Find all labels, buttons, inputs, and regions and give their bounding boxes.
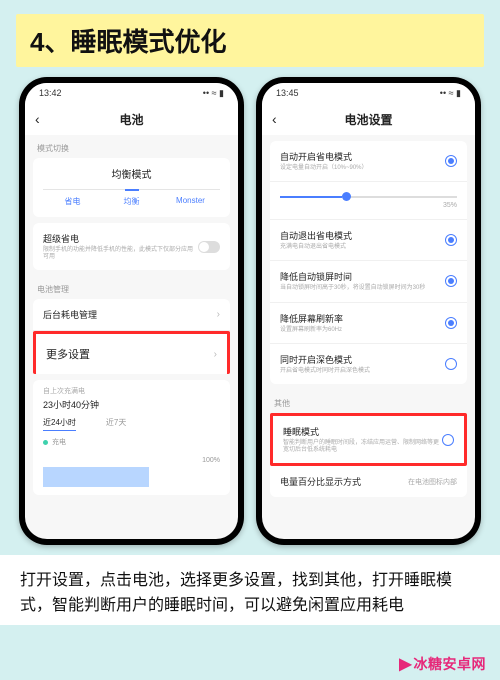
lock-time-toggle[interactable] xyxy=(445,275,457,287)
screen-right: 13:45 •• ≈ ▮ ‹ 电池设置 自动开启省电模式 设定电量自动开启（10… xyxy=(262,83,475,539)
auto-on-item[interactable]: 自动开启省电模式 设定电量自动开启（10%~90%） xyxy=(270,141,467,182)
chart-tab-7d[interactable]: 近7天 xyxy=(106,417,126,431)
status-time: 13:45 xyxy=(276,88,299,98)
chart-duration: 23小时40分钟 xyxy=(43,398,220,411)
back-button[interactable]: ‹ xyxy=(272,111,277,127)
mode-tab-monster[interactable]: Monster xyxy=(161,196,220,207)
threshold-slider-row: 35% xyxy=(270,182,467,220)
mode-tab-save[interactable]: 省电 xyxy=(43,196,102,207)
super-save-item[interactable]: 超级省电 限制手机的功能并降低手机的性能，此模式下仅部分应用可用 xyxy=(33,223,230,270)
refresh-rate-label: 降低屏幕刷新率 xyxy=(280,312,445,325)
status-bar: 13:42 •• ≈ ▮ xyxy=(25,83,238,103)
dark-mode-item[interactable]: 同时开启深色模式 开启省电模式时同时开启深色模式 xyxy=(270,344,467,384)
auto-on-toggle[interactable] xyxy=(445,155,457,167)
section-mode-label: 模式切换 xyxy=(25,135,238,158)
footer-brand: 冰糖安卓网 xyxy=(414,654,487,674)
bg-manage-item[interactable]: 后台耗电管理 › xyxy=(33,299,230,331)
chart-box: 100% xyxy=(43,447,220,487)
chevron-right-icon: › xyxy=(214,349,217,360)
more-settings-label: 更多设置 xyxy=(46,346,214,362)
bg-manage-label: 后台耗电管理 xyxy=(43,308,217,321)
threshold-slider[interactable] xyxy=(280,196,457,198)
sleep-mode-label: 睡眠模式 xyxy=(283,425,442,438)
phones-row: 13:42 •• ≈ ▮ ‹ 电池 模式切换 均衡模式 省电 均衡 Monste… xyxy=(0,77,500,545)
status-bar: 13:45 •• ≈ ▮ xyxy=(262,83,475,103)
usage-chart-card: 自上次充满电 23小时40分钟 近24小时 近7天 充电 100% xyxy=(33,380,230,495)
super-save-sub: 限制手机的功能并降低手机的性能，此模式下仅部分应用可用 xyxy=(43,247,198,261)
nav-bar: ‹ 电池 xyxy=(25,103,238,135)
sleep-mode-toggle[interactable] xyxy=(442,434,454,446)
caption-text: 打开设置，点击电池，选择更多设置，找到其他，打开睡眠模式，智能判断用户的睡眠时间… xyxy=(0,555,500,625)
manage-card: 后台耗电管理 › 更多设置 › xyxy=(33,299,230,374)
mode-title: 均衡模式 xyxy=(43,166,220,181)
settings-card-1: 自动开启省电模式 设定电量自动开启（10%~90%） 35% xyxy=(270,141,467,384)
chevron-right-icon: › xyxy=(217,309,220,320)
lock-time-sub: 当自动锁屏时间高于30秒，将设置自动锁屏时间为30秒 xyxy=(280,285,445,292)
footer-logo: ▶ 冰糖安卓网 xyxy=(399,654,486,674)
banner-title: 4、睡眠模式优化 xyxy=(16,14,484,67)
sleep-mode-item[interactable]: 睡眠模式 智能判断用户的睡眠时间段，冻结应用运营、限制网络等更宽切后台低系统耗电 xyxy=(270,413,467,466)
pct-display-value: 在电池图标内部 xyxy=(408,477,457,487)
super-save-label: 超级省电 xyxy=(43,232,198,245)
slider-value: 35% xyxy=(280,202,457,209)
lock-time-item[interactable]: 降低自动锁屏时间 当自动锁屏时间高于30秒，将设置自动锁屏时间为30秒 xyxy=(270,261,467,302)
refresh-rate-sub: 设置屏幕刷新率为60Hz xyxy=(280,327,445,334)
auto-on-label: 自动开启省电模式 xyxy=(280,150,445,163)
auto-off-item[interactable]: 自动退出省电模式 充满电自动退出省电模式 xyxy=(270,220,467,261)
nav-bar: ‹ 电池设置 xyxy=(262,103,475,135)
dark-mode-label: 同时开启深色模式 xyxy=(280,353,445,366)
auto-off-sub: 充满电自动退出省电模式 xyxy=(280,244,445,251)
chart-tab-24h[interactable]: 近24小时 xyxy=(43,417,76,431)
phone-right: 13:45 •• ≈ ▮ ‹ 电池设置 自动开启省电模式 设定电量自动开启（10… xyxy=(256,77,481,545)
dark-mode-toggle[interactable] xyxy=(445,358,457,370)
more-settings-item[interactable]: 更多设置 › xyxy=(33,331,230,374)
super-save-card: 超级省电 限制手机的功能并降低手机的性能，此模式下仅部分应用可用 xyxy=(33,223,230,270)
dark-mode-sub: 开启省电模式时同时开启深色模式 xyxy=(280,368,445,375)
auto-off-label: 自动退出省电模式 xyxy=(280,229,445,242)
pct-display-label: 电量百分比显示方式 xyxy=(280,475,408,488)
mode-tabs: 省电 均衡 Monster xyxy=(43,189,220,207)
auto-on-sub: 设定电量自动开启（10%~90%） xyxy=(280,165,445,172)
section-other-label: 其他 xyxy=(262,390,475,413)
phone-left: 13:42 •• ≈ ▮ ‹ 电池 模式切换 均衡模式 省电 均衡 Monste… xyxy=(19,77,244,545)
pct-display-item[interactable]: 电量百分比显示方式 在电池图标内部 xyxy=(270,466,467,497)
back-button[interactable]: ‹ xyxy=(35,111,40,127)
settings-card-2: 睡眠模式 智能判断用户的睡眠时间段，冻结应用运营、限制网络等更宽切后台低系统耗电… xyxy=(270,413,467,497)
logo-icon: ▶ xyxy=(399,654,409,674)
chart-pct-label: 100% xyxy=(202,457,220,464)
refresh-rate-item[interactable]: 降低屏幕刷新率 设置屏幕刷新率为60Hz xyxy=(270,303,467,344)
status-time: 13:42 xyxy=(39,88,62,98)
slider-thumb[interactable] xyxy=(342,192,351,201)
chart-legend: 充电 xyxy=(43,437,220,447)
mode-card: 均衡模式 省电 均衡 Monster xyxy=(33,158,230,217)
section-manage-label: 电池管理 xyxy=(25,276,238,299)
chart-since-label: 自上次充满电 xyxy=(43,386,220,396)
sleep-mode-sub: 智能判断用户的睡眠时间段，冻结应用运营、限制网络等更宽切后台低系统耗电 xyxy=(283,440,442,454)
lock-time-label: 降低自动锁屏时间 xyxy=(280,270,445,283)
mode-tab-balance[interactable]: 均衡 xyxy=(102,196,161,207)
refresh-rate-toggle[interactable] xyxy=(445,317,457,329)
auto-off-toggle[interactable] xyxy=(445,234,457,246)
screen-left: 13:42 •• ≈ ▮ ‹ 电池 模式切换 均衡模式 省电 均衡 Monste… xyxy=(25,83,238,539)
page-title: 电池设置 xyxy=(344,111,392,128)
page-title: 电池 xyxy=(119,111,143,128)
status-icons: •• ≈ ▮ xyxy=(203,88,224,99)
chart-fill xyxy=(43,467,149,487)
status-icons: •• ≈ ▮ xyxy=(440,88,461,99)
super-save-toggle[interactable] xyxy=(198,241,220,253)
chart-tabs: 近24小时 近7天 xyxy=(43,417,220,431)
